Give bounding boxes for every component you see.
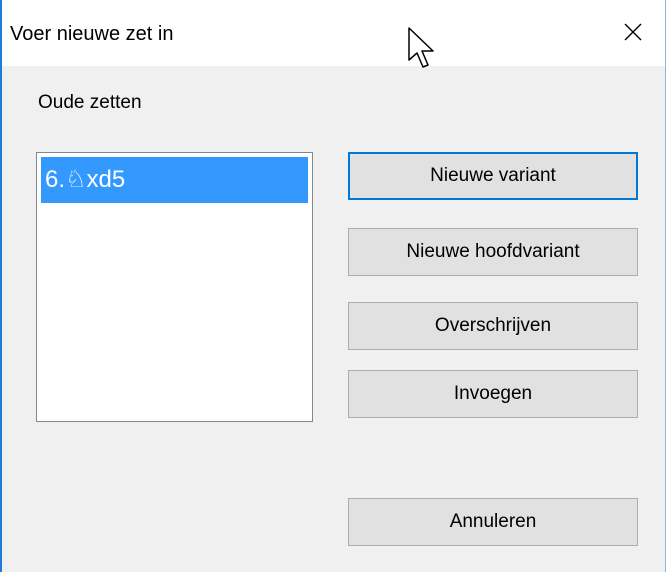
old-moves-label: Oude zetten — [38, 92, 142, 113]
new-move-dialog: Voer nieuwe zet in Oude zetten 6.♘xd5 Ni… — [0, 0, 666, 572]
dialog-title: Voer nieuwe zet in — [10, 23, 174, 45]
old-moves-list[interactable]: 6.♘xd5 — [36, 152, 313, 422]
title-bar[interactable]: Voer nieuwe zet in — [2, 0, 665, 66]
close-button[interactable] — [603, 0, 665, 66]
insert-button[interactable]: Invoegen — [348, 370, 638, 418]
cancel-button[interactable]: Annuleren — [348, 498, 638, 546]
new-variation-button[interactable]: Nieuwe variant — [348, 152, 638, 200]
mouse-cursor-icon — [408, 27, 434, 68]
new-main-line-button[interactable]: Nieuwe hoofdvariant — [348, 228, 638, 276]
list-item[interactable]: 6.♘xd5 — [41, 157, 308, 203]
overwrite-button[interactable]: Overschrijven — [348, 302, 638, 350]
close-icon — [624, 23, 642, 41]
